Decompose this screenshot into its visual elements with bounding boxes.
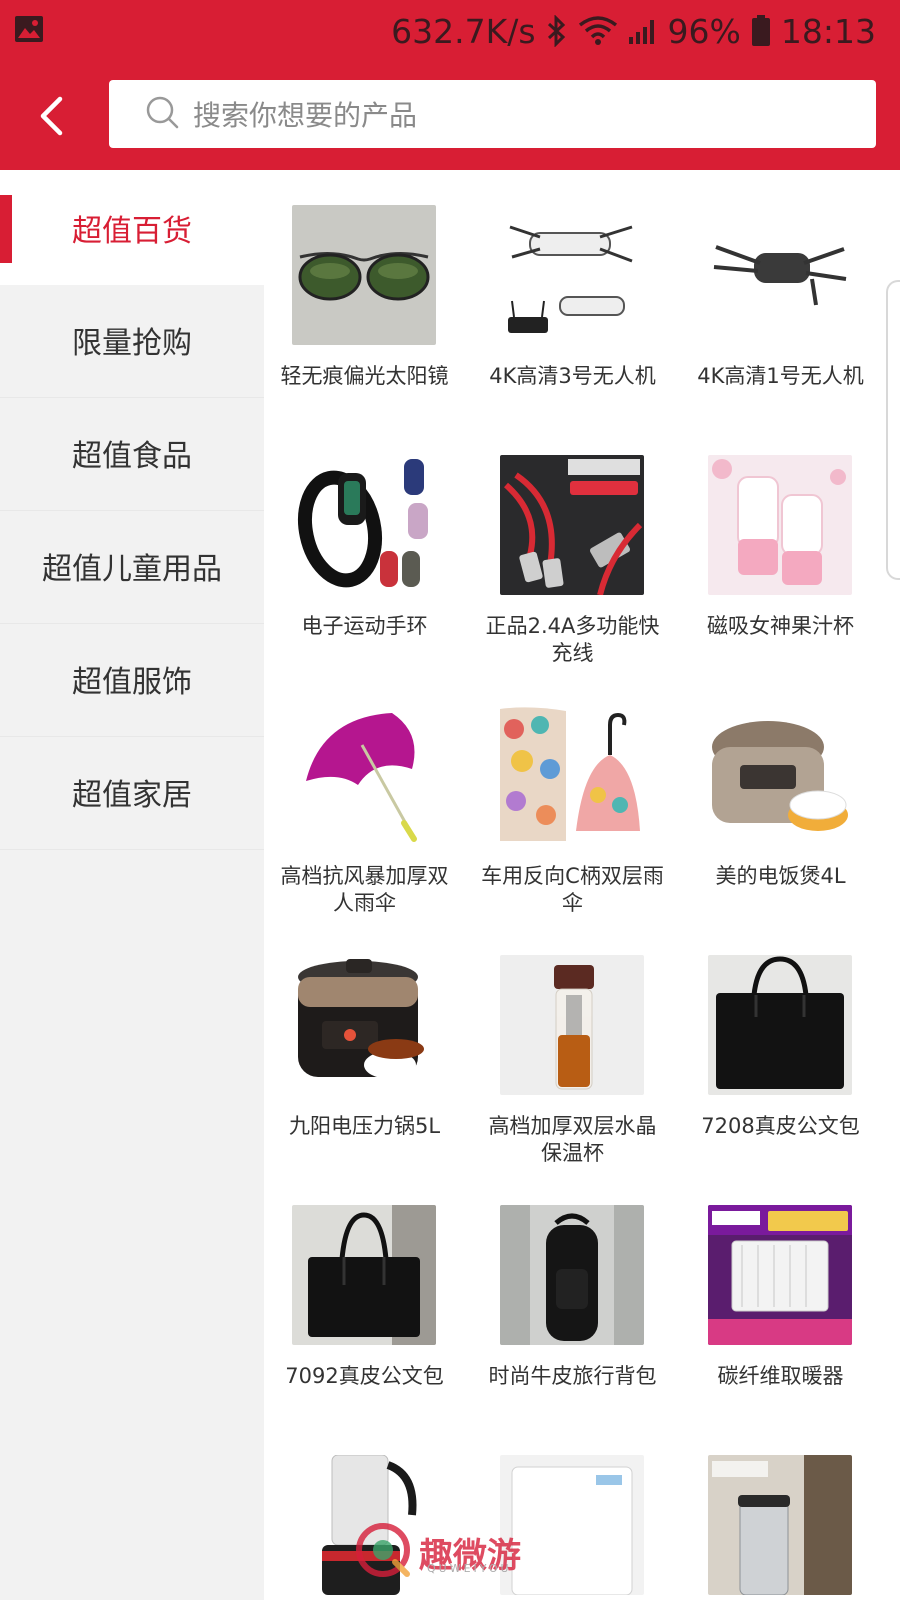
bluetooth-icon xyxy=(546,15,568,47)
juice-cup-icon xyxy=(708,455,852,595)
sidebar-item-label: 超值儿童用品 xyxy=(42,552,222,587)
status-icons: 632.7K/s 96% 18:13 xyxy=(391,8,876,54)
chevron-left-icon xyxy=(40,96,63,136)
tea-bottle-icon xyxy=(500,955,644,1095)
smart-band-icon xyxy=(292,455,436,595)
umbrella-icon xyxy=(500,705,644,845)
rice-cooker-icon xyxy=(708,705,852,845)
sidebar-item-label: 限量抢购 xyxy=(72,326,192,361)
product-name: 美的电饭煲4L xyxy=(715,864,846,888)
status-bar: 632.7K/s 96% 18:13 xyxy=(0,0,900,62)
trash-bin-icon xyxy=(708,1455,852,1595)
product-name: 车用反向C柄双层雨伞 xyxy=(481,864,664,915)
drone-icon xyxy=(708,205,852,345)
battery-percent: 96% xyxy=(667,11,741,51)
back-button[interactable] xyxy=(26,86,76,146)
water-purifier-icon xyxy=(500,1455,644,1595)
sidebar-item-kids[interactable]: 超值儿童用品 xyxy=(0,509,264,624)
cable-icon xyxy=(500,455,644,595)
sidebar-item-apparel[interactable]: 超值服饰 xyxy=(0,622,264,737)
watermark-logo-icon xyxy=(355,1522,411,1582)
product-name: 7208真皮公文包 xyxy=(701,1114,860,1138)
briefcase-icon xyxy=(708,955,852,1095)
app-header: 632.7K/s 96% 18:13 搜索你想要的产品 xyxy=(0,0,900,170)
category-sidebar: 超值百货 限量抢购 超值食品 超值儿童用品 超值服饰 超值家居 xyxy=(0,170,264,1600)
drone-icon xyxy=(500,205,644,345)
product-name: 7092真皮公文包 xyxy=(285,1364,444,1388)
network-speed: 632.7K/s xyxy=(391,11,536,51)
product-name: 4K高清3号无人机 xyxy=(489,364,656,388)
search-icon xyxy=(145,95,179,133)
product-name: 4K高清1号无人机 xyxy=(697,364,864,388)
search-placeholder: 搜索你想要的产品 xyxy=(193,99,418,132)
sidebar-item-label: 超值百货 xyxy=(72,213,192,249)
backpack-icon xyxy=(500,1205,644,1345)
sidebar-item-daily-goods[interactable]: 超值百货 xyxy=(0,170,264,285)
product-name: 时尚牛皮旅行背包 xyxy=(488,1364,657,1388)
briefcase-icon xyxy=(292,1205,436,1345)
heater-icon xyxy=(708,1205,852,1345)
product-name: 高档加厚双层水晶保温杯 xyxy=(488,1114,657,1165)
pressure-cooker-icon xyxy=(292,955,436,1095)
product-name: 碳纤维取暖器 xyxy=(717,1364,844,1388)
scroll-indicator xyxy=(886,280,900,580)
product-name: 高档抗风暴加厚双人雨伞 xyxy=(280,864,449,915)
gallery-notification-icon xyxy=(14,14,44,48)
sidebar-item-label: 超值服饰 xyxy=(72,665,192,700)
sidebar-item-home[interactable]: 超值家居 xyxy=(0,735,264,850)
signal-icon xyxy=(628,17,658,45)
clock: 18:13 xyxy=(780,11,876,51)
product-name: 正品2.4A多功能快充线 xyxy=(485,614,660,665)
umbrella-icon xyxy=(292,705,436,845)
wifi-icon xyxy=(578,15,618,47)
product-grid: 轻无痕偏光太阳镜 4K高清3号无人机 4K高清1号无人机 电子运动手环 正品2.… xyxy=(264,170,900,1600)
product-name: 九阳电压力锅5L xyxy=(288,1114,441,1138)
sunglasses-icon xyxy=(292,205,436,345)
sidebar-item-food[interactable]: 超值食品 xyxy=(0,396,264,511)
watermark-subtext: QUWEIYOU xyxy=(427,1562,512,1575)
product-name: 磁吸女神果汁杯 xyxy=(707,614,854,638)
sidebar-item-label: 超值家居 xyxy=(72,778,192,813)
product-name: 电子运动手环 xyxy=(301,614,428,638)
battery-icon xyxy=(751,15,771,47)
sidebar-item-label: 超值食品 xyxy=(72,439,192,474)
product-name: 轻无痕偏光太阳镜 xyxy=(280,364,449,388)
search-input[interactable]: 搜索你想要的产品 xyxy=(109,80,876,148)
sidebar-item-flash-sale[interactable]: 限量抢购 xyxy=(0,283,264,398)
watermark: 趣微游 QUWEIYOU xyxy=(355,1522,521,1582)
